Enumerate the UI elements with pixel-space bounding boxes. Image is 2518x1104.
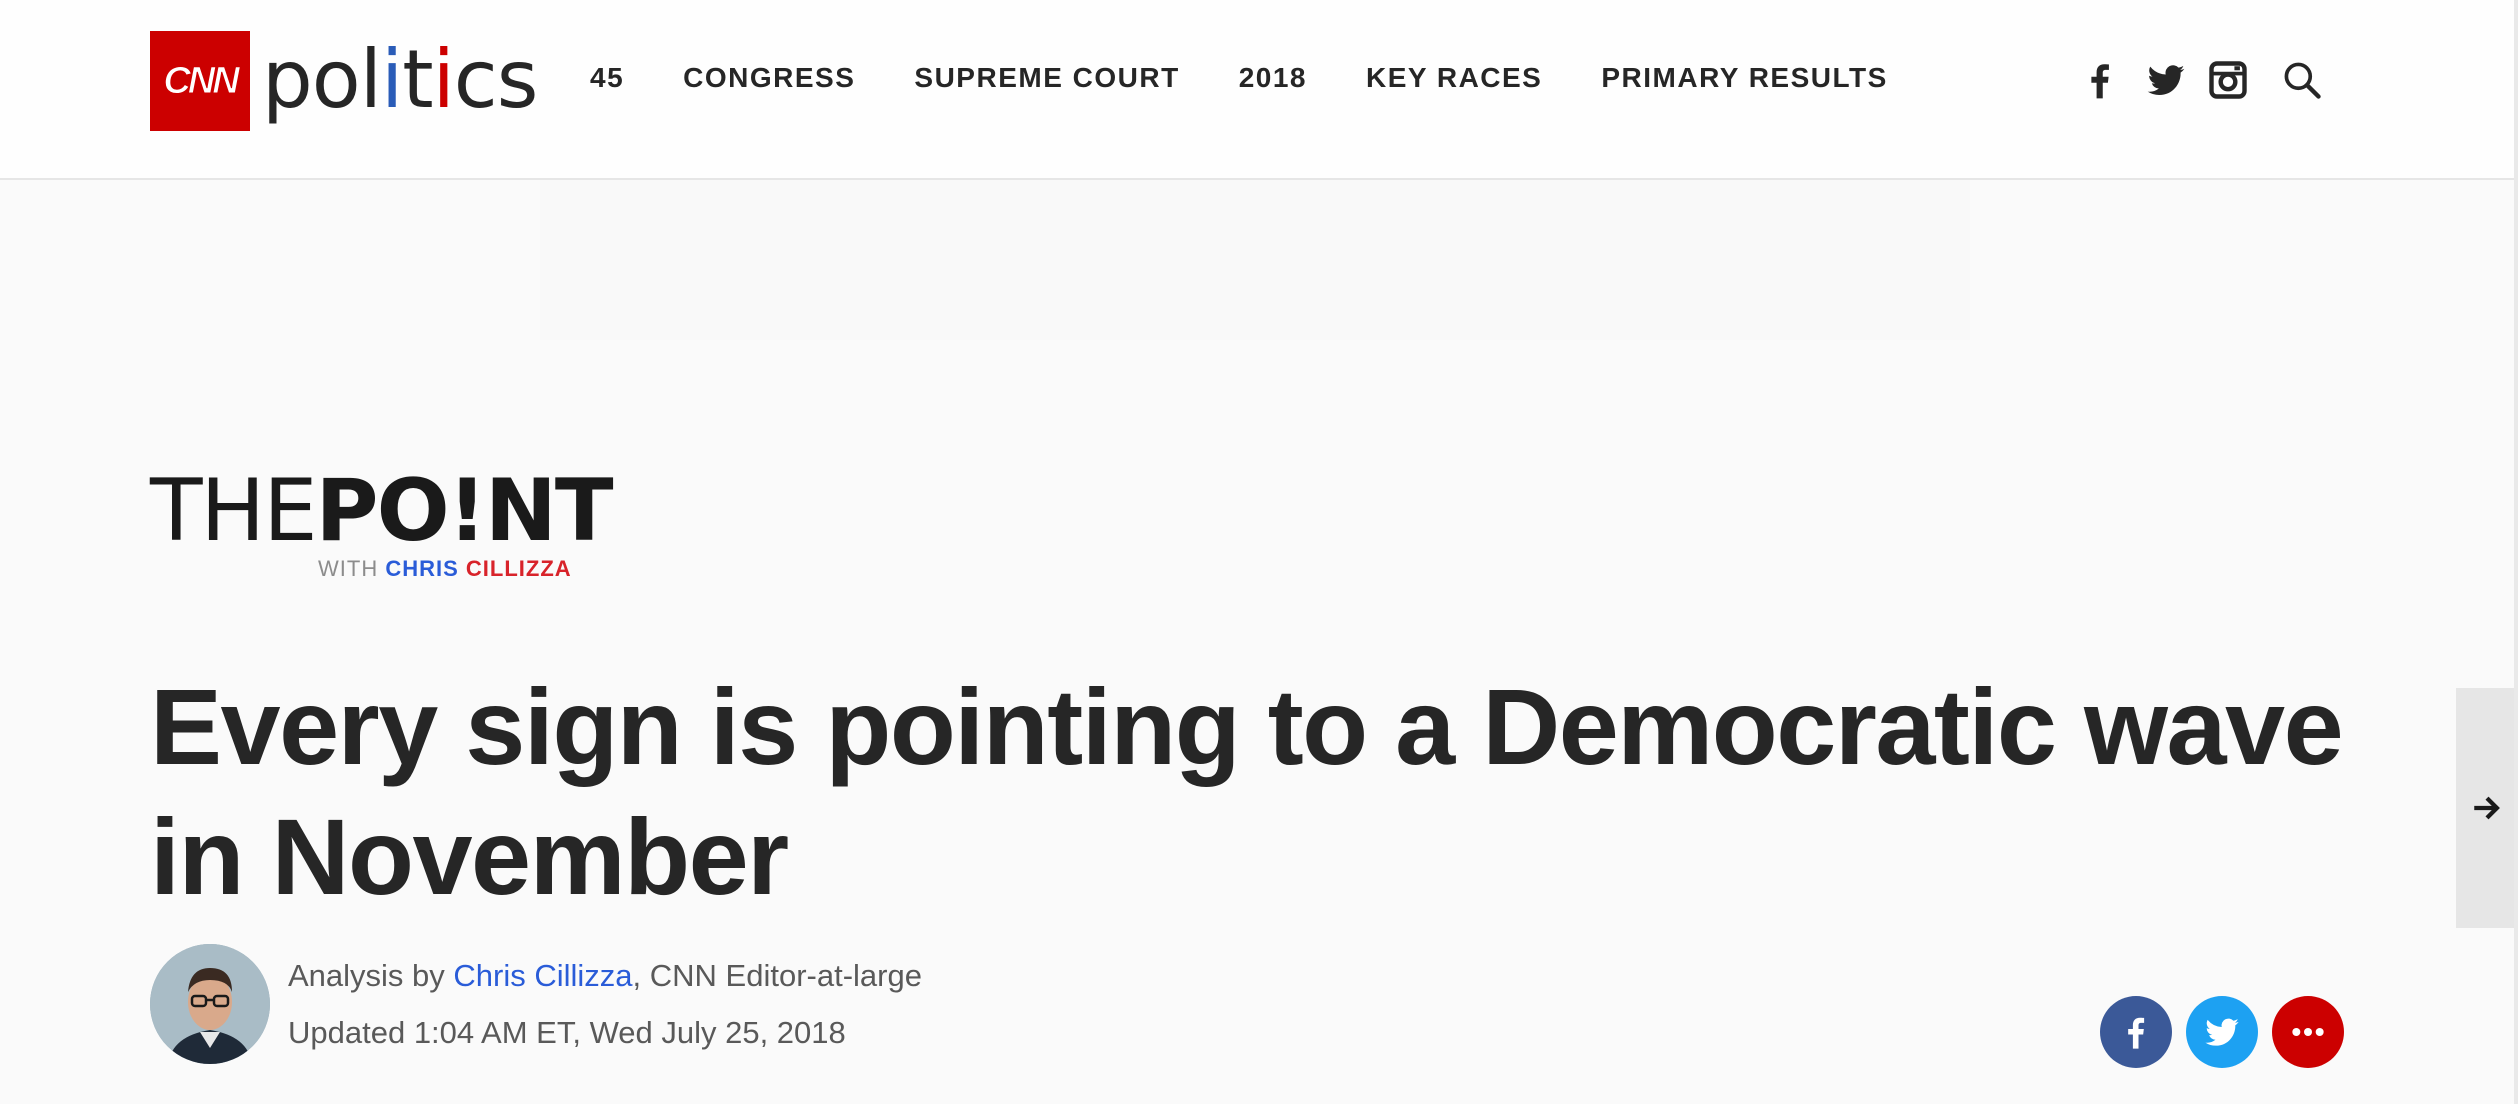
scrollbar-edge[interactable] (2514, 0, 2518, 1104)
search-icon[interactable] (2280, 58, 2324, 102)
next-article-tab[interactable] (2456, 688, 2518, 928)
byline: Analysis by Chris Cillizza, CNN Editor-a… (288, 958, 922, 993)
instagram-icon[interactable] (2206, 58, 2250, 102)
nav-item-primary-results[interactable]: PRIMARY RESULTS (1601, 62, 1887, 94)
more-share-button[interactable] (2272, 996, 2344, 1068)
ad-slot (540, 180, 1970, 340)
nav-item-supreme-court[interactable]: SUPREME COURT (914, 62, 1179, 94)
author-avatar[interactable] (150, 944, 270, 1064)
site-header: CNN politics 45 CONGRESS SUPREME COURT 2… (0, 0, 2518, 180)
facebook-icon[interactable] (2078, 58, 2122, 102)
more-dots-icon (2292, 1028, 2324, 1036)
updated-timestamp: Updated 1:04 AM ET, Wed July 25, 2018 (288, 1015, 846, 1050)
arrow-right-icon (2474, 796, 2500, 820)
the-point-with: WITH (318, 556, 386, 581)
politics-logo-text[interactable]: politics (262, 30, 538, 130)
author-link[interactable]: Chris Cillizza (453, 958, 632, 993)
twitter-icon (2205, 1018, 2239, 1046)
cnn-logo[interactable]: CNN (150, 31, 250, 131)
twitter-share-button[interactable] (2186, 996, 2258, 1068)
the-point-point: PO!NT (315, 461, 614, 561)
article-headline: Every sign is pointing to a Democratic w… (150, 666, 2344, 917)
cnn-logo-text: CNN (163, 59, 240, 102)
nav-item-congress[interactable]: CONGRESS (683, 62, 855, 94)
the-point-chris: CHRIS (385, 556, 466, 581)
nav-item-2018[interactable]: 2018 (1239, 62, 1307, 94)
the-point-logo[interactable]: THEPO!NT WITH CHRIS CILLIZZA (150, 468, 614, 581)
twitter-icon[interactable] (2144, 58, 2188, 102)
nav-item-key-races[interactable]: KEY RACES (1366, 62, 1542, 94)
facebook-share-button[interactable] (2100, 996, 2172, 1068)
the-point-the: THE (150, 461, 318, 561)
nav-item-45[interactable]: 45 (590, 62, 624, 94)
facebook-icon (2128, 1017, 2145, 1049)
main-nav: 45 CONGRESS SUPREME COURT 2018 KEY RACES… (590, 62, 1947, 94)
the-point-cillizza: CILLIZZA (465, 556, 572, 581)
